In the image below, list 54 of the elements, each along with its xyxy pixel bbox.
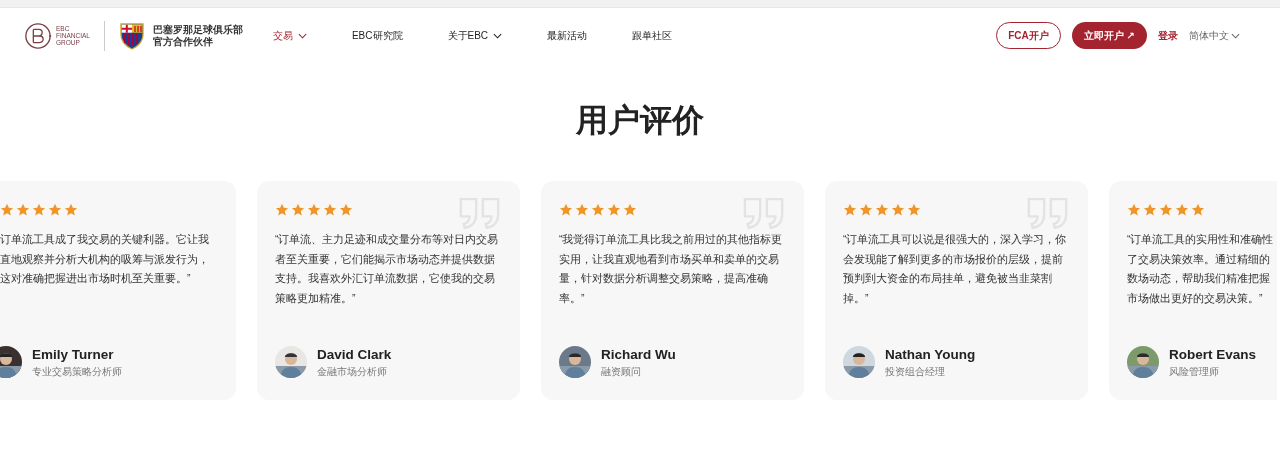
reviewer-role: 投资组合经理 [885,366,946,378]
nav-link[interactable]: EBC研究院 [351,28,403,43]
reviewer-role: 风险管理师 [1169,366,1220,378]
star-icon [275,203,289,216]
chevron-down-icon [1231,32,1240,39]
star-icon [16,203,30,216]
crest-icon [118,21,145,50]
star-icon [1191,203,1205,216]
logo-icon [24,21,52,50]
star-icon [339,203,353,216]
reviewer-name: Robert Evans [1169,346,1257,363]
star-icon [291,203,305,216]
open-account-button[interactable]: 立即开户 ↗ [1071,22,1147,49]
review-text: “我觉得订单流工具比我之前用过的其他指标更实用，让我直观地看到市场买单和卖单的交易量，针对数据分析调整交易策略，提高准确率。” [559,232,784,306]
language-selector[interactable]: 简体中文 [1189,28,1240,43]
nav-link[interactable]: 最新活动 [547,28,588,43]
nav-link[interactable]: 交易 [272,28,307,43]
star-icon [0,203,14,216]
review-text: 订单流工具成了我交易的关键利器。它让我直地观察并分析大机构的吸筹与派发行为，这对准确把握进出市场时机至关重要。” [0,232,210,286]
star-icon [559,203,573,216]
star-icon [323,203,337,216]
star-icon [1143,203,1157,216]
reviewer-role: 融资顾问 [601,366,642,378]
reviewer-name: Emily Turner [32,346,115,363]
reviewer-name: Nathan Young [885,346,976,363]
nav-link[interactable]: 跟单社区 [632,28,673,43]
star-icon [591,203,605,216]
review-text: “订单流工具可以说是很强大的，深入学习，你会发现能了解到更多的市场报价的层级，提前预判到大资金的布局挂单，避免被当韭菜割掉。” [843,232,1068,306]
star-icon [1127,203,1141,216]
review-text: “订单流工具的实用性和准确性了交易决策效率。通过精细的数场动态，帮助我们精准把握市场做出更好的交易决策。” [1127,232,1275,306]
star-icon [843,203,857,216]
star-icon [875,203,889,216]
login-link[interactable]: 登录 [1158,28,1178,43]
star-icon [32,203,46,216]
star-icon [1159,203,1173,216]
star-icon [64,203,78,216]
star-icon [1175,203,1189,216]
star-icon [607,203,621,216]
review-text: “订单流、主力足迹和成交量分布等对日内交易者至关重要，它们能揭示市场动态并提供数据支持。我喜欢外汇订单流数据，它使我的交易策略更加精准。” [275,232,500,306]
reviewer-role: 金融市场分析师 [317,366,388,378]
star-icon [907,203,921,216]
star-icon [575,203,589,216]
nav-link[interactable]: 关于EBC [447,28,503,43]
star-icon [891,203,905,216]
star-icon [307,203,321,216]
star-icon [623,203,637,216]
star-icon [48,203,62,216]
partner-text: 巴塞罗那足球俱乐部 官方合作伙伴 [152,23,243,48]
star-icon [859,203,873,216]
fca-account-button[interactable]: FCA开户 [996,22,1061,49]
reviewer-role: 专业交易策略分析师 [32,366,122,378]
section-title: 用户评价 [575,101,705,140]
reviewer-name: Richard Wu [601,346,676,363]
reviewer-name: David Clark [317,346,392,363]
